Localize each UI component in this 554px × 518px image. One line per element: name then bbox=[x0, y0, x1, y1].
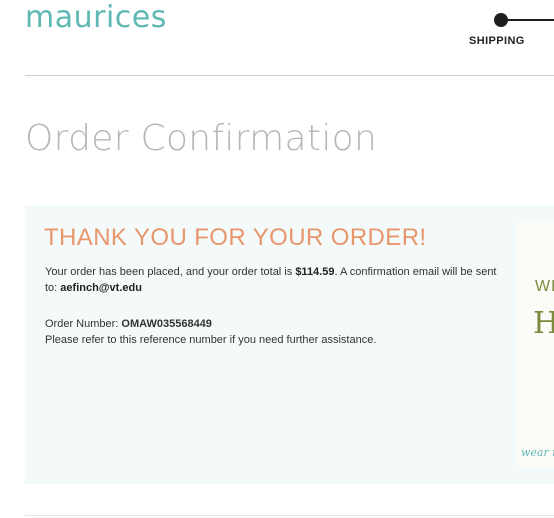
confirmation-email: aefinch@vt.edu bbox=[60, 282, 142, 294]
page: maurices SHIPPING Order Confirmation THA… bbox=[0, 0, 554, 518]
order-number-line: Order Number: OMAW035568449 bbox=[45, 316, 505, 332]
thank-you-heading: THANK YOU FOR YOUR ORDER! bbox=[44, 224, 427, 251]
promo-line-1: WE bbox=[535, 278, 554, 295]
footer-divider bbox=[25, 515, 554, 516]
order-confirmation-panel: THANK YOU FOR YOUR ORDER! Your order has… bbox=[25, 205, 554, 484]
promo-banner[interactable]: WE HO wear i bbox=[517, 222, 554, 468]
maurices-logo[interactable]: maurices bbox=[25, 0, 167, 38]
promo-tagline: wear i bbox=[521, 446, 554, 459]
reference-note: Please refer to this reference number if… bbox=[45, 334, 377, 346]
order-number: OMAW035568449 bbox=[121, 318, 212, 330]
message-text-1: Your order has been placed, and your ord… bbox=[45, 266, 296, 278]
page-title: Order Confirmation bbox=[25, 118, 378, 159]
order-total: $114.59 bbox=[295, 266, 335, 278]
order-number-block: Order Number: OMAW035568449 Please refer… bbox=[45, 316, 505, 348]
progress-connector-line bbox=[507, 19, 554, 21]
progress-step-dot bbox=[494, 13, 508, 27]
order-placed-message: Your order has been placed, and your ord… bbox=[45, 264, 505, 296]
header-divider bbox=[25, 75, 554, 76]
checkout-progress: SHIPPING bbox=[455, 0, 554, 60]
order-number-label: Order Number: bbox=[45, 318, 122, 330]
promo-line-2: HO bbox=[533, 306, 554, 341]
progress-step-label-shipping: SHIPPING bbox=[469, 35, 525, 47]
